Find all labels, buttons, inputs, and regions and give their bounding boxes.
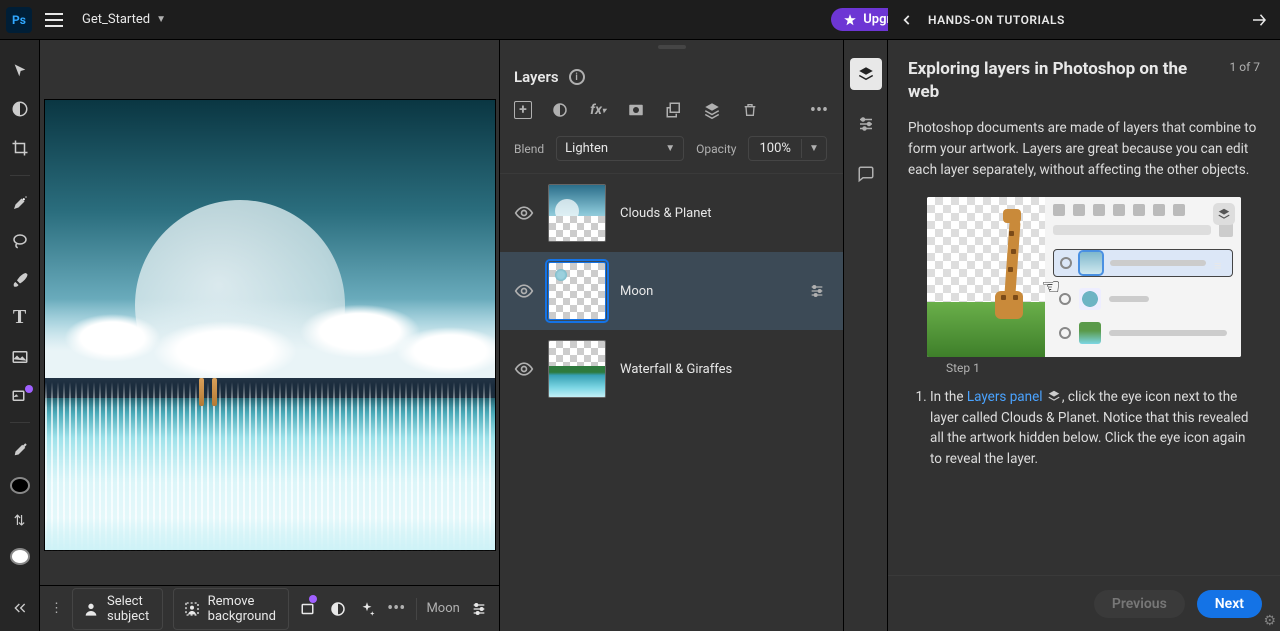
tutorial-intro: Photoshop documents are made of layers t…: [908, 118, 1260, 181]
left-toolbar: T ⇅: [0, 40, 40, 631]
artboard[interactable]: [45, 100, 495, 550]
layer-list: Clouds & Planet Moon Waterfall & Giraffe…: [500, 174, 843, 631]
layers-panel-link[interactable]: Layers panel: [967, 389, 1043, 405]
separator: [10, 175, 30, 176]
blend-mode-dropdown[interactable]: Lighten▼: [556, 136, 684, 161]
side-tabs: [844, 40, 888, 631]
remove-bg-icon: [184, 600, 200, 618]
visibility-toggle[interactable]: [514, 281, 534, 301]
clip-button[interactable]: [664, 100, 684, 120]
opacity-label: Opacity: [696, 142, 736, 156]
hamburger-menu[interactable]: [40, 6, 68, 34]
info-icon[interactable]: i: [569, 69, 585, 85]
layer-settings[interactable]: [470, 594, 489, 624]
generative-button[interactable]: [299, 594, 318, 624]
document-name-dropdown[interactable]: Get_Started ▼: [76, 8, 172, 31]
chevron-down-icon[interactable]: ▼: [801, 139, 826, 158]
layer-thumbnail: [548, 340, 606, 398]
layers-stack-button[interactable]: [702, 100, 722, 120]
lasso-tool[interactable]: [6, 230, 34, 252]
tutorial-header: HANDS-ON TUTORIALS: [888, 0, 1280, 40]
tutorial-step-1: In the Layers panel , click the eye icon…: [930, 387, 1260, 471]
options-bar: ⋮ Select subject Remove background ••• M…: [40, 585, 499, 631]
opacity-input[interactable]: 100% ▼: [748, 136, 826, 161]
tutorial-title: Exploring layers in Photoshop on the web: [908, 58, 1218, 104]
layer-row[interactable]: Moon: [500, 252, 843, 330]
fx-button[interactable]: fx▾: [588, 100, 608, 120]
layers-more[interactable]: •••: [809, 100, 829, 120]
layer-options[interactable]: [805, 279, 829, 303]
previous-button[interactable]: Previous: [1094, 590, 1185, 618]
layer-thumbnail: [548, 184, 606, 242]
layers-panel: Layers i + fx▾ ••• Blend Lighten▼ Opacit…: [499, 40, 844, 631]
layers-icon: [1046, 389, 1062, 403]
tutorial-footer: Previous Next ⚙: [888, 575, 1280, 631]
photoshop-logo: Ps: [6, 7, 32, 33]
tab-properties[interactable]: [850, 108, 882, 140]
settings-icon[interactable]: ⚙: [1263, 613, 1276, 629]
mask-button[interactable]: [626, 100, 646, 120]
tutorial-illustration: ••• ≡ ☜: [927, 197, 1241, 357]
person-icon: [83, 600, 99, 618]
step-caption: Step 1: [946, 361, 1260, 375]
eyedropper-tool[interactable]: [6, 439, 34, 461]
document-name: Get_Started: [82, 12, 150, 27]
next-button[interactable]: Next: [1197, 590, 1262, 618]
tab-comments[interactable]: [850, 158, 882, 190]
background-color-swatch[interactable]: [10, 548, 30, 565]
select-subject-button[interactable]: Select subject: [72, 588, 163, 630]
sparkle-button[interactable]: [357, 594, 376, 624]
delete-layer-button[interactable]: [740, 100, 760, 120]
tutorial-collapse[interactable]: [1250, 11, 1268, 29]
visibility-toggle[interactable]: [514, 359, 534, 379]
divider: [416, 598, 417, 620]
visibility-toggle[interactable]: [514, 203, 534, 223]
layers-actions: + fx▾ •••: [500, 96, 843, 130]
tab-layers[interactable]: [850, 58, 882, 90]
more-options[interactable]: •••: [387, 594, 406, 624]
chevron-down-icon: ▼: [156, 14, 166, 25]
separator: [10, 422, 30, 423]
panel-resize-handle[interactable]: ⋮: [50, 597, 62, 621]
brush-tool[interactable]: [6, 268, 34, 290]
panel-drag-handle[interactable]: [500, 40, 843, 54]
context-layer-label: Moon: [426, 601, 459, 616]
heal-tool[interactable]: [6, 192, 34, 214]
layer-row[interactable]: Waterfall & Giraffes: [500, 330, 843, 408]
mask-adjust-button[interactable]: [328, 594, 347, 624]
tutorial-progress: 1 of 7: [1230, 58, 1260, 74]
new-layer-button[interactable]: +: [514, 101, 532, 119]
tutorial-panel: Exploring layers in Photoshop on the web…: [888, 40, 1280, 631]
image-tool[interactable]: [6, 345, 34, 367]
remove-background-button[interactable]: Remove background: [173, 588, 289, 630]
blend-label: Blend: [514, 142, 544, 156]
canvas-viewport[interactable]: [40, 40, 499, 585]
adjust-tool[interactable]: [6, 98, 34, 120]
expand-tools[interactable]: [6, 597, 34, 619]
layer-row[interactable]: Clouds & Planet: [500, 174, 843, 252]
layers-icon: [1213, 203, 1235, 225]
move-tool[interactable]: [6, 60, 34, 82]
layer-thumbnail: [548, 262, 606, 320]
text-tool[interactable]: T: [6, 306, 34, 329]
crop-tool[interactable]: [6, 137, 34, 159]
generative-fill-tool[interactable]: [6, 384, 34, 406]
foreground-color-swatch[interactable]: [10, 477, 30, 494]
layers-panel-title: Layers: [514, 68, 559, 86]
blend-opacity-row: Blend Lighten▼ Opacity 100% ▼: [500, 130, 843, 174]
tutorial-header-label: HANDS-ON TUTORIALS: [928, 13, 1065, 27]
canvas-area: ⋮ Select subject Remove background ••• M…: [40, 40, 499, 631]
swap-colors[interactable]: ⇅: [6, 510, 34, 532]
adjustment-layer-button[interactable]: [550, 100, 570, 120]
tutorial-back[interactable]: [900, 13, 914, 27]
